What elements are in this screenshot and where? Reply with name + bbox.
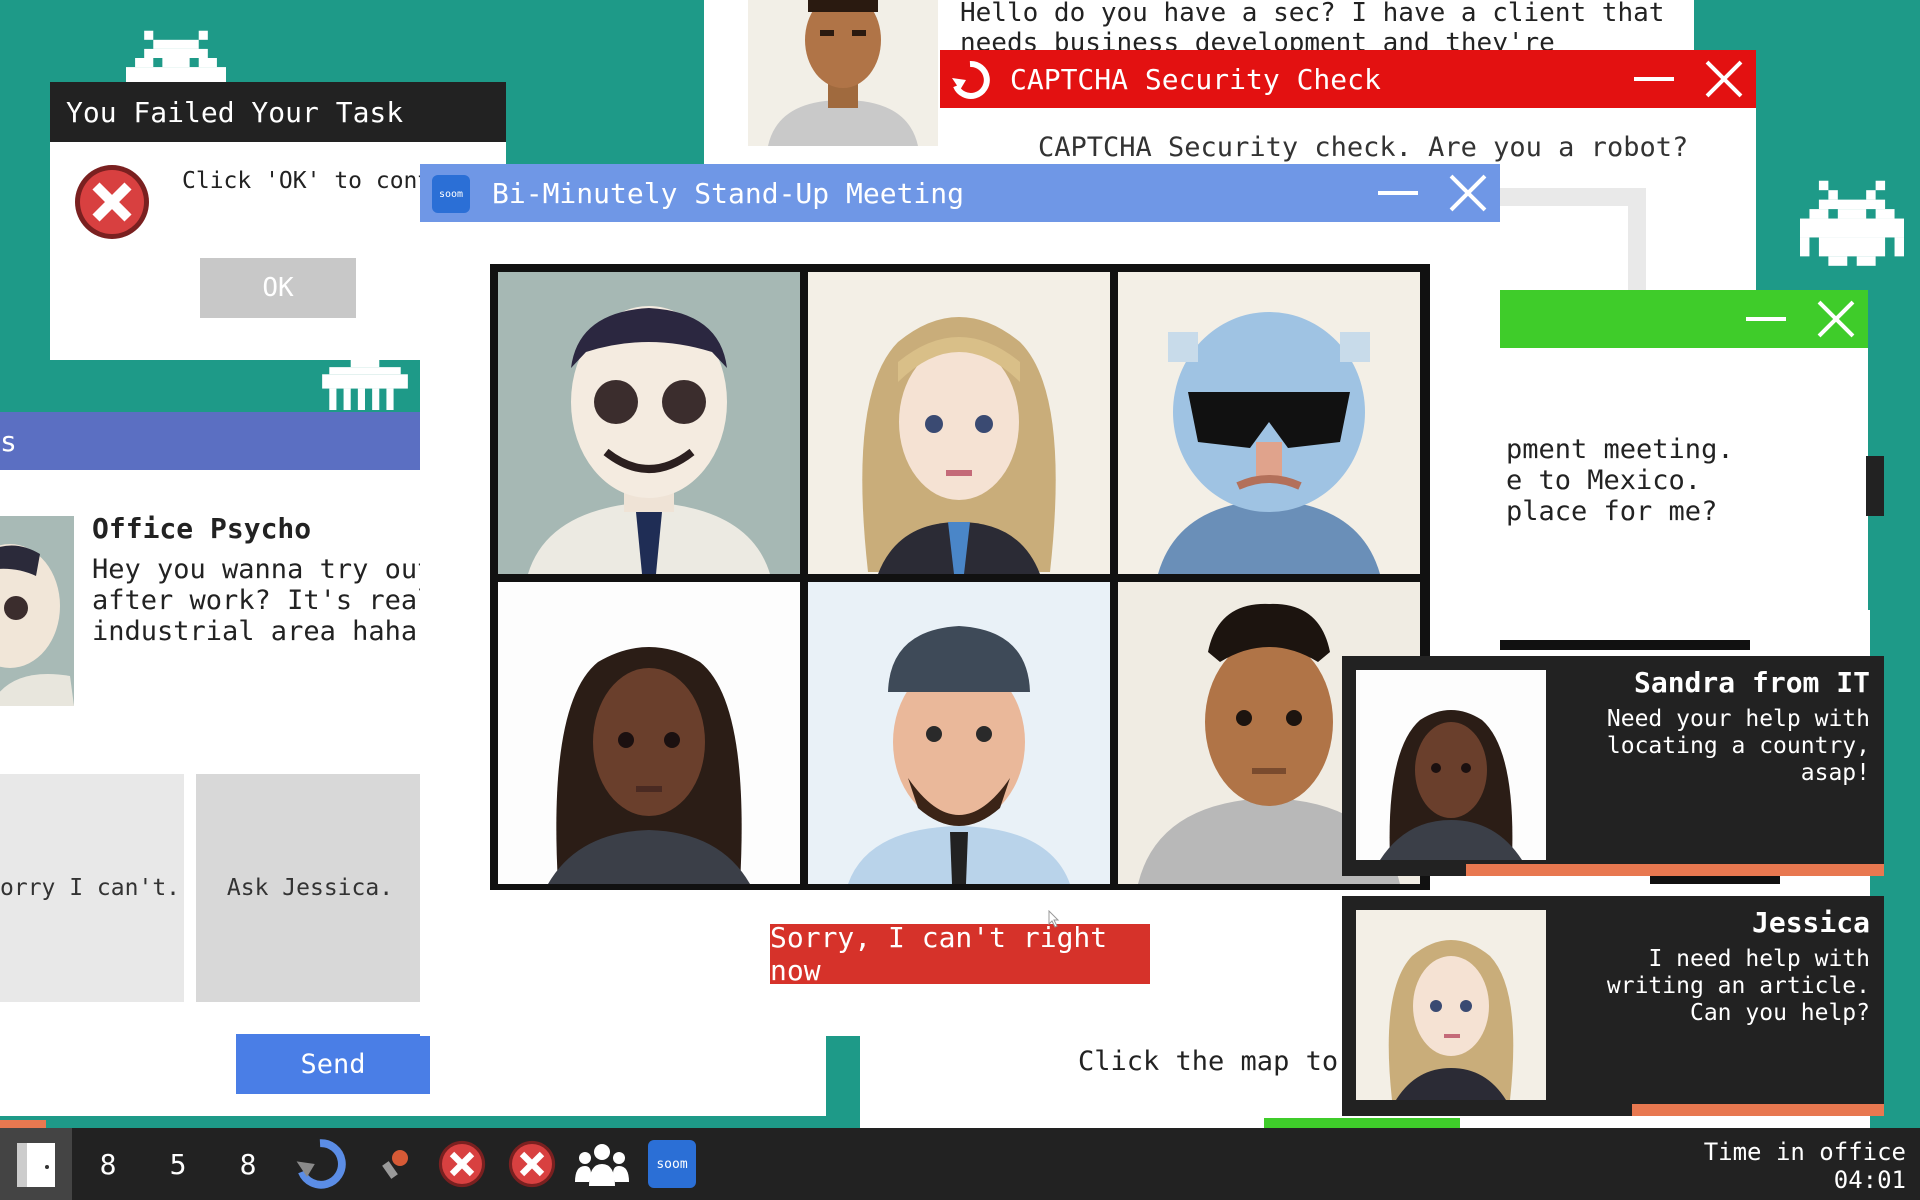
sender-name: Office Psycho: [92, 512, 312, 545]
minimize-icon[interactable]: [1634, 77, 1674, 81]
minimize-icon[interactable]: [1378, 191, 1418, 195]
notification-timer-bar: [1466, 864, 1884, 876]
participant-sandra[interactable]: [498, 582, 800, 884]
team-icon[interactable]: [570, 1128, 634, 1200]
task-text: pment meeting. e to Mexico. place for me…: [1506, 434, 1734, 527]
time-in-office-value: 04:01: [1833, 1166, 1906, 1194]
soom-app-icon: soom: [432, 175, 470, 213]
notification-avatar: [1356, 910, 1546, 1100]
chat-message: Hey you wanna try out after work? It's r…: [92, 554, 466, 647]
time-in-office-label: Time in office: [1703, 1138, 1906, 1166]
notification-sender: Sandra from IT: [1633, 666, 1870, 699]
video-grid: [490, 264, 1430, 890]
map-instruction: Click the map to th: [1078, 1046, 1387, 1077]
notification-message: I need help with writing an article. Can…: [1606, 946, 1870, 1026]
task-counter[interactable]: 5: [150, 1128, 206, 1200]
reply-option-2[interactable]: Ask Jessica.: [196, 774, 424, 1002]
door-icon: [17, 1143, 55, 1187]
notification-message: Need your help with locating a country, …: [1606, 706, 1870, 786]
mouse-cursor-icon: [1048, 909, 1060, 928]
close-icon[interactable]: [1446, 171, 1490, 215]
taskbar: [0, 1128, 1920, 1200]
meeting-titlebar[interactable]: soom Bi-Minutely Stand-Up Meeting: [420, 164, 1500, 222]
minimize-icon[interactable]: [1746, 317, 1786, 321]
error-icon[interactable]: [502, 1128, 562, 1200]
captcha-question: CAPTCHA Security check. Are you a robot?: [1038, 132, 1689, 163]
start-button[interactable]: [0, 1128, 72, 1200]
reply-option-1[interactable]: orry I can't.: [0, 774, 184, 1002]
participant-jessica[interactable]: [808, 272, 1110, 574]
megaphone-icon[interactable]: [366, 1128, 426, 1200]
ok-button[interactable]: OK: [200, 258, 356, 318]
notification-avatar: [1356, 670, 1546, 860]
captcha-title: CAPTCHA Security Check: [1010, 62, 1381, 96]
chat-title: s: [0, 424, 17, 458]
notification-jessica[interactable]: Jessica I need help with writing an arti…: [1342, 896, 1884, 1116]
notification-timer-bar: [1632, 1104, 1884, 1116]
error-icon: [72, 162, 152, 242]
dark-edge: [1866, 456, 1884, 516]
space-invader-icon: [126, 30, 226, 86]
captcha-app-icon: [950, 60, 990, 100]
fail-message: Click 'OK' to contin: [182, 168, 459, 194]
captcha-taskbar-icon[interactable]: [290, 1128, 350, 1200]
notification-sender: Jessica: [1751, 906, 1870, 939]
task-counter[interactable]: 8: [80, 1128, 136, 1200]
participant-cap-guy[interactable]: [808, 582, 1110, 884]
error-icon[interactable]: [432, 1128, 492, 1200]
notification-sandra[interactable]: Sandra from IT Need your help with locat…: [1342, 656, 1884, 876]
close-icon[interactable]: [1814, 297, 1858, 341]
send-button[interactable]: Send: [236, 1034, 430, 1094]
sender-avatar: [0, 516, 74, 706]
participant-robot[interactable]: [1118, 272, 1420, 574]
task-counter[interactable]: 8: [220, 1128, 276, 1200]
space-invader-icon: [1800, 180, 1904, 266]
sender-avatar: [748, 0, 938, 146]
meeting-window: soom Bi-Minutely Stand-Up Meeting Sorry,…: [420, 164, 1500, 1036]
fail-titlebar[interactable]: You Failed Your Task: [50, 82, 506, 142]
fail-title: You Failed Your Task: [66, 95, 404, 129]
decline-button[interactable]: Sorry, I can't right now: [770, 921, 1150, 987]
task-window: pment meeting. e to Mexico. place for me…: [1460, 290, 1868, 620]
participant-office-psycho[interactable]: [498, 272, 800, 574]
meeting-title: Bi-Minutely Stand-Up Meeting: [492, 176, 965, 210]
close-icon[interactable]: [1702, 57, 1746, 101]
map-scribble: [1500, 640, 1750, 650]
space-invader-icon: [322, 360, 408, 410]
soom-taskbar-icon[interactable]: soom: [646, 1128, 698, 1200]
